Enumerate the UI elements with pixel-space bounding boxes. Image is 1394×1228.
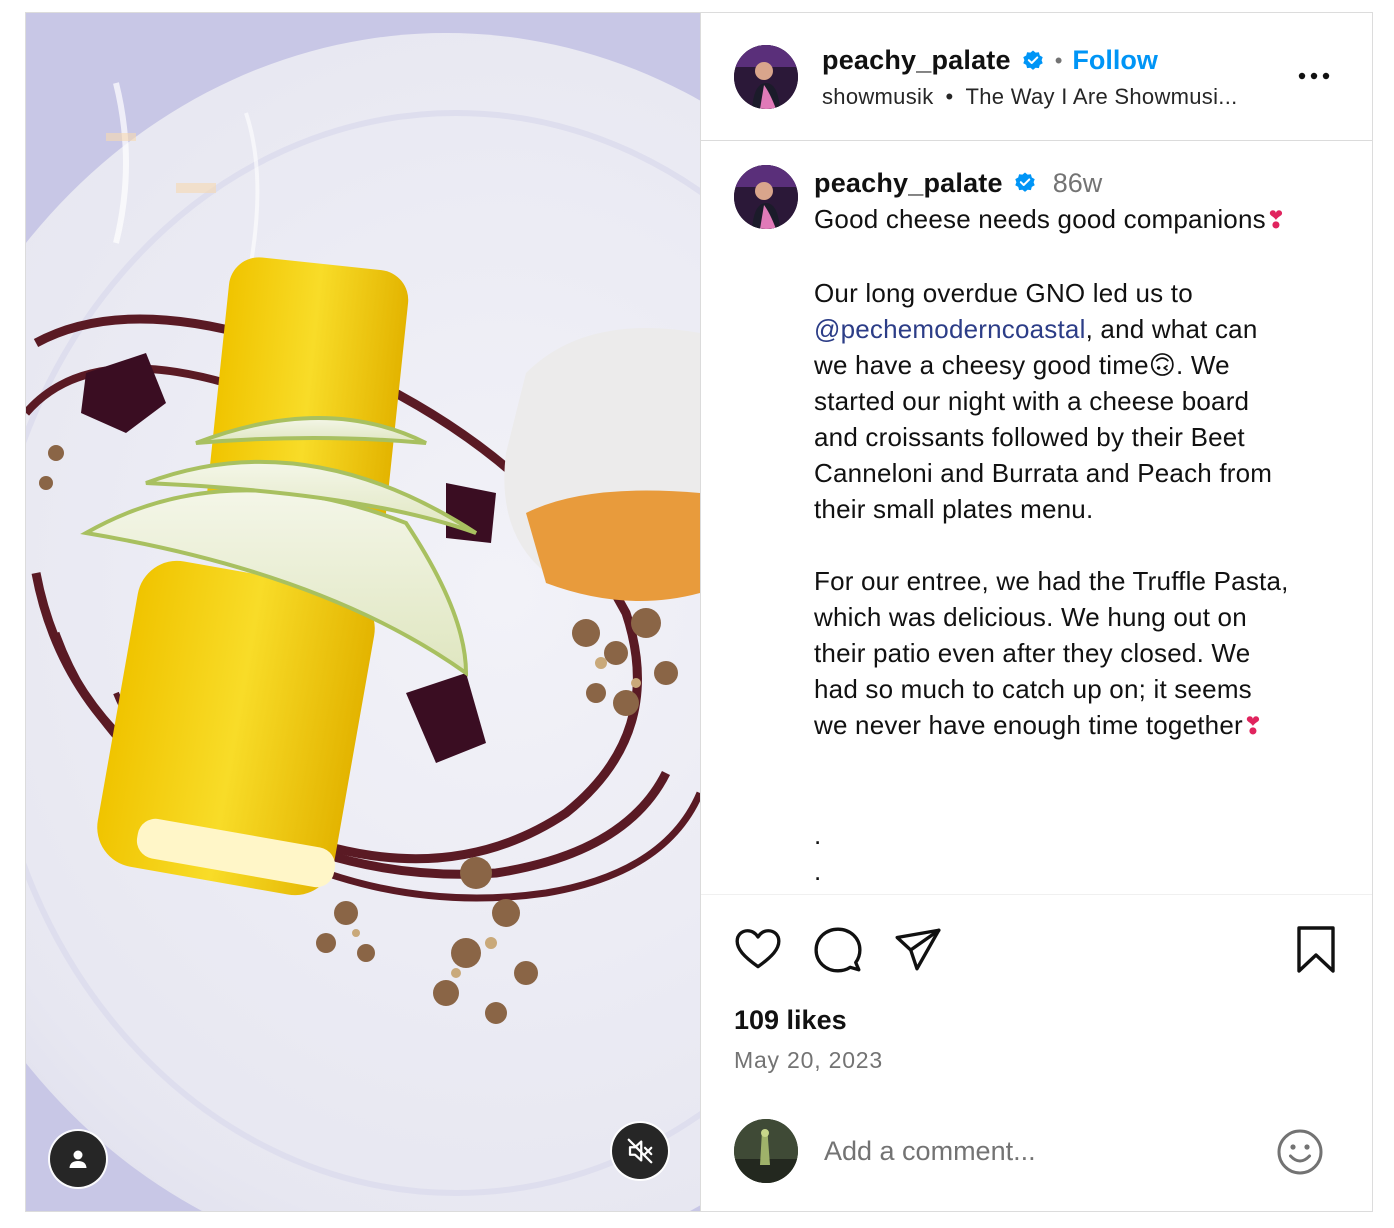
heart-exclamation-emoji: ❣: [1242, 713, 1264, 740]
mention-link[interactable]: @pechemoderncoastal: [814, 314, 1086, 344]
caption-section: peachy_palate 86w Good cheese needs good…: [701, 141, 1372, 895]
post-header: peachy_palate • Follow showmusik • The W…: [701, 13, 1372, 141]
avatar-image: [734, 165, 798, 229]
emoji-smiley-icon[interactable]: [1276, 1128, 1324, 1176]
share-icon[interactable]: [893, 925, 943, 975]
comment-input[interactable]: [824, 1135, 1244, 1167]
comment-icon[interactable]: [813, 925, 863, 975]
verified-badge-icon: [1023, 50, 1043, 70]
caption-dots: . . .: [814, 820, 822, 894]
audio-separator: •: [945, 83, 954, 109]
caption-text: Good cheese needs good companions❣ Our l…: [814, 201, 1344, 894]
avatar-image: [734, 44, 798, 109]
caption-paragraph-2: For our entree, we had the Truffle Pasta…: [814, 566, 1289, 740]
post-video[interactable]: [26, 13, 700, 1211]
verified-badge-icon: [1015, 172, 1035, 192]
dessert-plate-image: [26, 13, 700, 1211]
post-date[interactable]: May 20, 2023: [701, 1047, 1372, 1074]
audio-artist[interactable]: showmusik: [822, 84, 934, 110]
action-bar: [701, 895, 1372, 1005]
tagged-users-button[interactable]: [50, 1131, 106, 1187]
likes-count[interactable]: 109 likes: [701, 1005, 1372, 1041]
avatar-image: [734, 1119, 798, 1183]
author-username[interactable]: peachy_palate: [822, 45, 1011, 76]
heart-exclamation-emoji: ❣: [1265, 207, 1287, 234]
caption-author-avatar[interactable]: [734, 165, 798, 229]
save-bookmark-icon[interactable]: [1294, 925, 1338, 975]
audio-title[interactable]: The Way I Are Showmusi...: [966, 84, 1238, 110]
like-heart-icon[interactable]: [733, 925, 783, 975]
author-avatar[interactable]: [734, 44, 798, 109]
follow-button[interactable]: Follow: [1072, 45, 1157, 76]
current-user-avatar[interactable]: [734, 1119, 798, 1183]
upside-down-face-emoji: 🙃: [1148, 350, 1177, 380]
caption-username[interactable]: peachy_palate: [814, 168, 1003, 199]
header-separator: •: [1054, 47, 1063, 73]
caption-body: peachy_palate 86w Good cheese needs good…: [814, 165, 1344, 895]
person-icon: [69, 1150, 87, 1168]
post-time-ago[interactable]: 86w: [1053, 168, 1103, 199]
unmute-button[interactable]: [612, 1123, 668, 1179]
caption-title: Good cheese needs good companions: [814, 204, 1266, 234]
audio-attribution[interactable]: showmusik • The Way I Are Showmusi...: [822, 84, 1238, 110]
post-side-panel: peachy_palate • Follow showmusik • The W…: [700, 13, 1372, 1211]
comment-bar: [701, 1091, 1372, 1211]
caption-paragraph-1a: Our long overdue GNO led us to: [814, 278, 1193, 308]
more-options-icon[interactable]: [1296, 61, 1332, 91]
instagram-post: peachy_palate • Follow showmusik • The W…: [25, 12, 1373, 1212]
muted-speaker-icon: [627, 1138, 653, 1164]
